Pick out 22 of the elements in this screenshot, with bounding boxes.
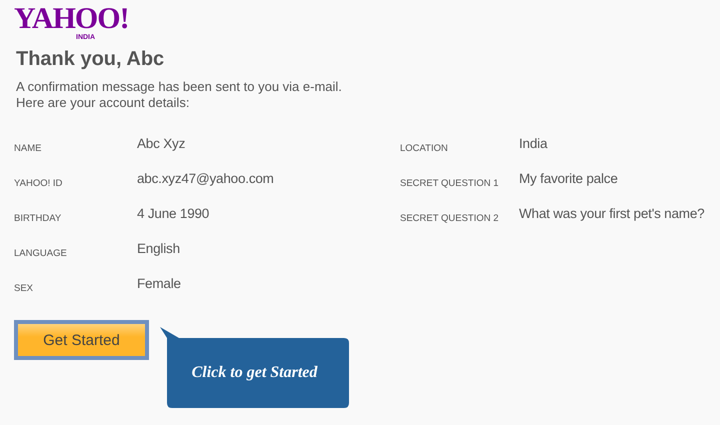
field-value: 4 June 1990 <box>137 205 210 223</box>
field-value: Abc Xyz <box>137 135 186 153</box>
field-label: SECRET QUESTION 1 <box>400 177 500 191</box>
logo-text: YAHOO! <box>14 4 129 34</box>
confirmation-text: Here are your account details: <box>16 95 190 111</box>
field-value: India <box>519 135 548 153</box>
get-started-button[interactable]: Get Started <box>14 320 149 360</box>
field-label: SECRET QUESTION 2 <box>400 212 500 226</box>
field-label: YAHOO! ID <box>14 177 64 191</box>
field-label: LANGUAGE <box>14 247 68 261</box>
field-label: SEX <box>14 282 34 296</box>
field-label: NAME <box>14 142 42 156</box>
field-label: LOCATION <box>400 142 449 156</box>
field-value: abc.xyz47@yahoo.com <box>137 170 275 188</box>
field-value: English <box>137 240 181 258</box>
field-value: My favorite palce <box>519 170 619 188</box>
field-label: BIRTHDAY <box>14 212 62 226</box>
field-value: Female <box>137 275 182 293</box>
field-value: What was your first pet's name? <box>519 205 706 223</box>
page-heading: Thank you, Abc <box>16 48 166 71</box>
callout: Click to get Started <box>159 326 350 409</box>
confirmation-text: A confirmation message has been sent to you via e-mail. <box>16 79 343 95</box>
